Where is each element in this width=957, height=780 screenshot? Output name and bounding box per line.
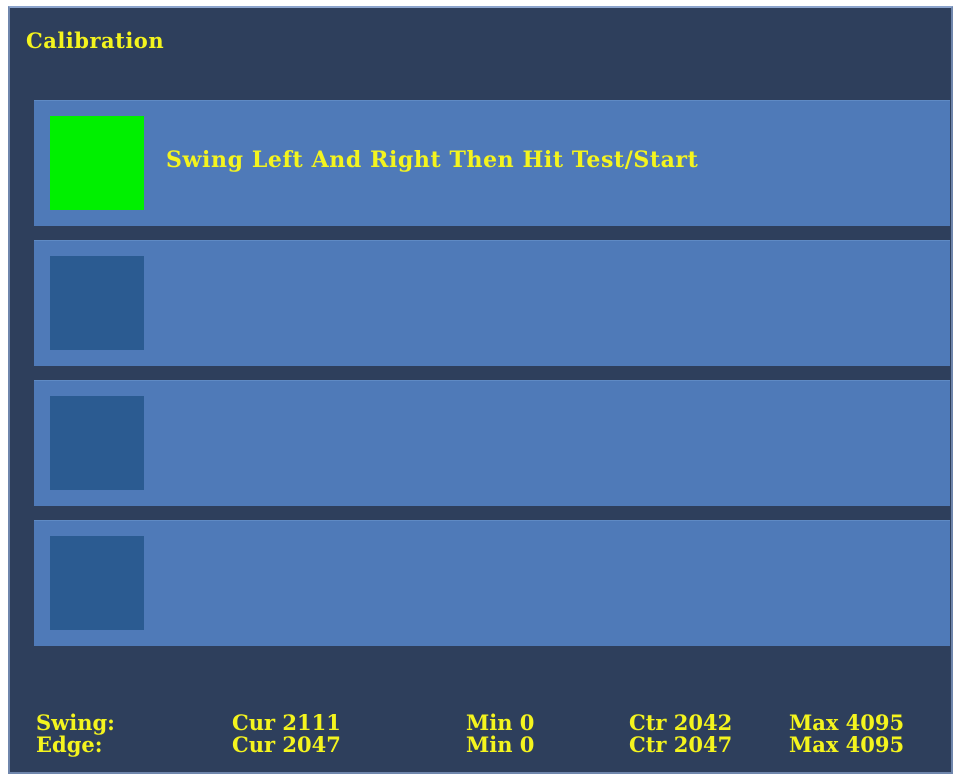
step-1-status-indicator [50,116,144,210]
edge-max-value: Max 4095 [789,732,905,757]
swing-min-value: Min 0 [466,710,535,735]
calibration-step-4 [34,520,950,646]
edge-min-value: Min 0 [466,732,535,757]
swing-center-value: Ctr 2042 [629,710,733,735]
calibration-step-2 [34,240,950,366]
edge-center-value: Ctr 2047 [629,732,733,757]
swing-max-value: Max 4095 [789,710,905,735]
step-4-status-indicator [50,536,144,630]
calibration-step-3 [34,380,950,506]
step-2-status-indicator [50,256,144,350]
calibration-step-1: Swing Left And Right Then Hit Test/Start [34,100,950,226]
calibration-screen: Calibration Swing Left And Right Then Hi… [8,6,953,774]
swing-current-value: Cur 2111 [232,710,341,735]
swing-label: Swing: [36,710,115,735]
edge-label: Edge: [36,732,103,757]
step-3-status-indicator [50,396,144,490]
step-1-instruction: Swing Left And Right Then Hit Test/Start [166,147,699,173]
edge-current-value: Cur 2047 [232,732,341,757]
screen-title: Calibration [26,28,165,53]
